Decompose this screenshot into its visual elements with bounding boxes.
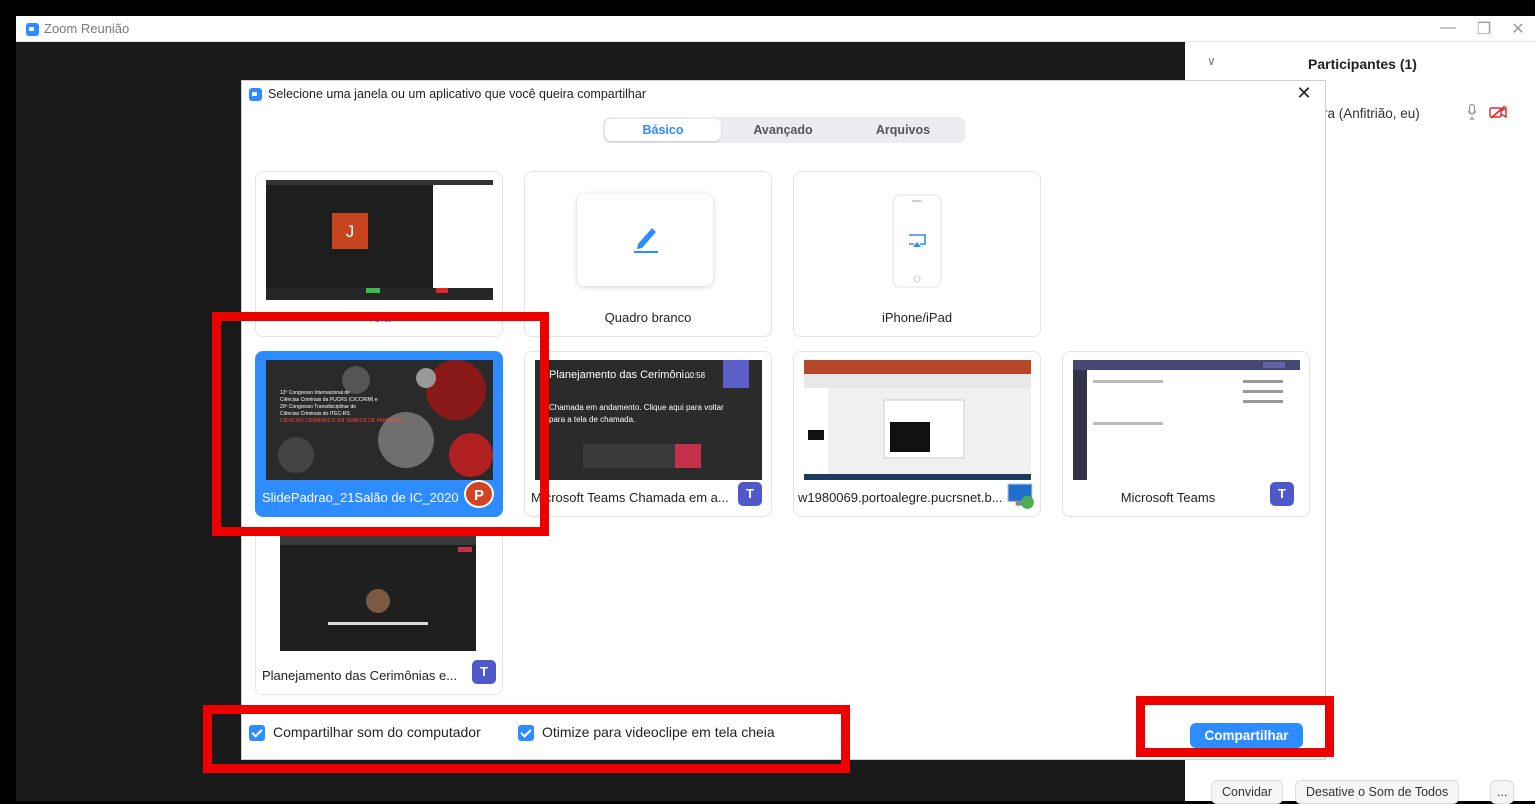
screen-thumbnail: J [266,180,493,300]
mute-all-button[interactable]: Desative o Som de Todos [1295,780,1460,804]
iphone-icon [892,194,942,288]
participants-title: Participantes (1) [1308,56,1417,72]
participant-avatar [366,589,390,613]
slide-line: CIÊNCIAS CRIMINAIS E EM TEMPOS DE PANDEM… [280,416,403,424]
dialog-title: Selecione uma janela ou um aplicativo qu… [268,87,646,101]
hang-up-icon [675,444,701,468]
screen-label: Tela [367,310,391,325]
screen: Zoom Reunião — ❐ ✕ ∨ Participantes (1) r… [0,0,1535,804]
tab-avancado[interactable]: Avançado [725,119,841,141]
zoom-app-icon [249,88,262,101]
teams-thumbnail [1073,360,1300,480]
pen-icon [634,228,658,253]
share-option-iphone[interactable]: iPhone/iPad [793,171,1041,337]
teams-icon: T [472,660,496,684]
call-controls [583,444,679,468]
thumb-leave [458,547,472,552]
teams-label: Microsoft Teams [1120,490,1216,505]
slide-line: 20º Congresso Transdisciplinar de [280,404,356,410]
share-screen-dialog: Selecione uma janela ou um aplicativo qu… [241,80,1326,760]
thumb-toolbar [280,535,476,545]
share-option-powerpoint[interactable]: 12º Congresso Internacional de Ciências … [255,351,503,517]
avatar-letter: J [346,222,355,241]
share-option-whiteboard[interactable]: Quadro branco [524,171,772,337]
more-options-button[interactable]: ... [1490,780,1515,804]
slide-line: 12º Congresso Internacional de [280,390,350,396]
close-icon[interactable]: ✕ [1294,83,1314,104]
call-message: Chamada em andamento. Clique aqui para v… [549,403,724,424]
slide-thumbnail: 12º Congresso Internacional de Ciências … [266,360,493,480]
optimize-video-checkbox[interactable] [518,725,534,741]
collapse-panel-icon[interactable]: ∨ [1207,54,1216,68]
powerpoint-label: SlidePadrao_21Salão de IC_2020 (... [262,490,462,505]
share-tabs: Básico Avançado Arquivos [603,117,965,143]
share-option-teams-call[interactable]: Planejamento das Cerimôni... 00:58 Chama… [524,351,772,517]
remote-desktop-thumbnail [804,360,1031,480]
window-titlebar: Zoom Reunião — ❐ ✕ [16,16,1535,42]
whiteboard-label: Quadro branco [604,310,692,325]
share-option-remote-desktop[interactable]: w1980069.portoalegre.pucrsnet.b... [793,351,1041,517]
share-audio-label[interactable]: Compartilhar som do computador [273,724,481,740]
optimize-video-label[interactable]: Otimize para videoclipe em tela cheia [542,724,775,740]
planning-thumbnail [280,535,476,651]
thumb-caption [328,622,428,625]
share-option-planning[interactable]: Planejamento das Cerimônias e... T [255,531,503,695]
slide-line: Ciências Criminais da PUCRS (CICCRIM) e [280,397,378,403]
powerpoint-icon: P [464,480,494,508]
share-option-teams[interactable]: Microsoft Teams T [1062,351,1310,517]
share-button[interactable]: Compartilhar [1190,723,1303,748]
planning-label: Planejamento das Cerimônias e... [262,668,458,683]
video-off-icon[interactable] [1489,105,1507,119]
minimize-call-icon [723,360,749,388]
zoom-app-icon [26,23,39,36]
call-title: Planejamento das Cerimôni... [549,369,694,381]
iphone-label: iPhone/iPad [881,310,953,325]
invite-button[interactable]: Convidar [1211,780,1284,804]
share-audio-checkbox[interactable] [249,725,265,741]
window-title: Zoom Reunião [44,21,130,36]
slide-line: Ciências Criminais do ITEC-RS [280,411,350,417]
call-time: 00:58 [685,371,706,380]
tab-basico[interactable]: Básico [605,119,721,141]
restore-button[interactable]: ❐ [1472,19,1496,39]
whiteboard-thumbnail [577,194,713,286]
teams-icon: T [738,482,762,506]
share-option-screen[interactable]: J Tela [255,171,503,337]
teams-call-thumbnail: Planejamento das Cerimôni... 00:58 Chama… [535,360,762,480]
minimize-button[interactable]: — [1436,19,1460,37]
remote-desktop-label: w1980069.portoalegre.pucrsnet.b... [798,490,1003,505]
teams-call-label: Microsoft Teams Chamada em a... [531,490,729,505]
microphone-icon[interactable] [1467,104,1477,120]
teams-icon: T [1270,482,1294,506]
remote-desktop-icon [1007,483,1034,509]
tab-arquivos[interactable]: Arquivos [845,119,961,141]
window-close-button[interactable]: ✕ [1506,19,1530,39]
